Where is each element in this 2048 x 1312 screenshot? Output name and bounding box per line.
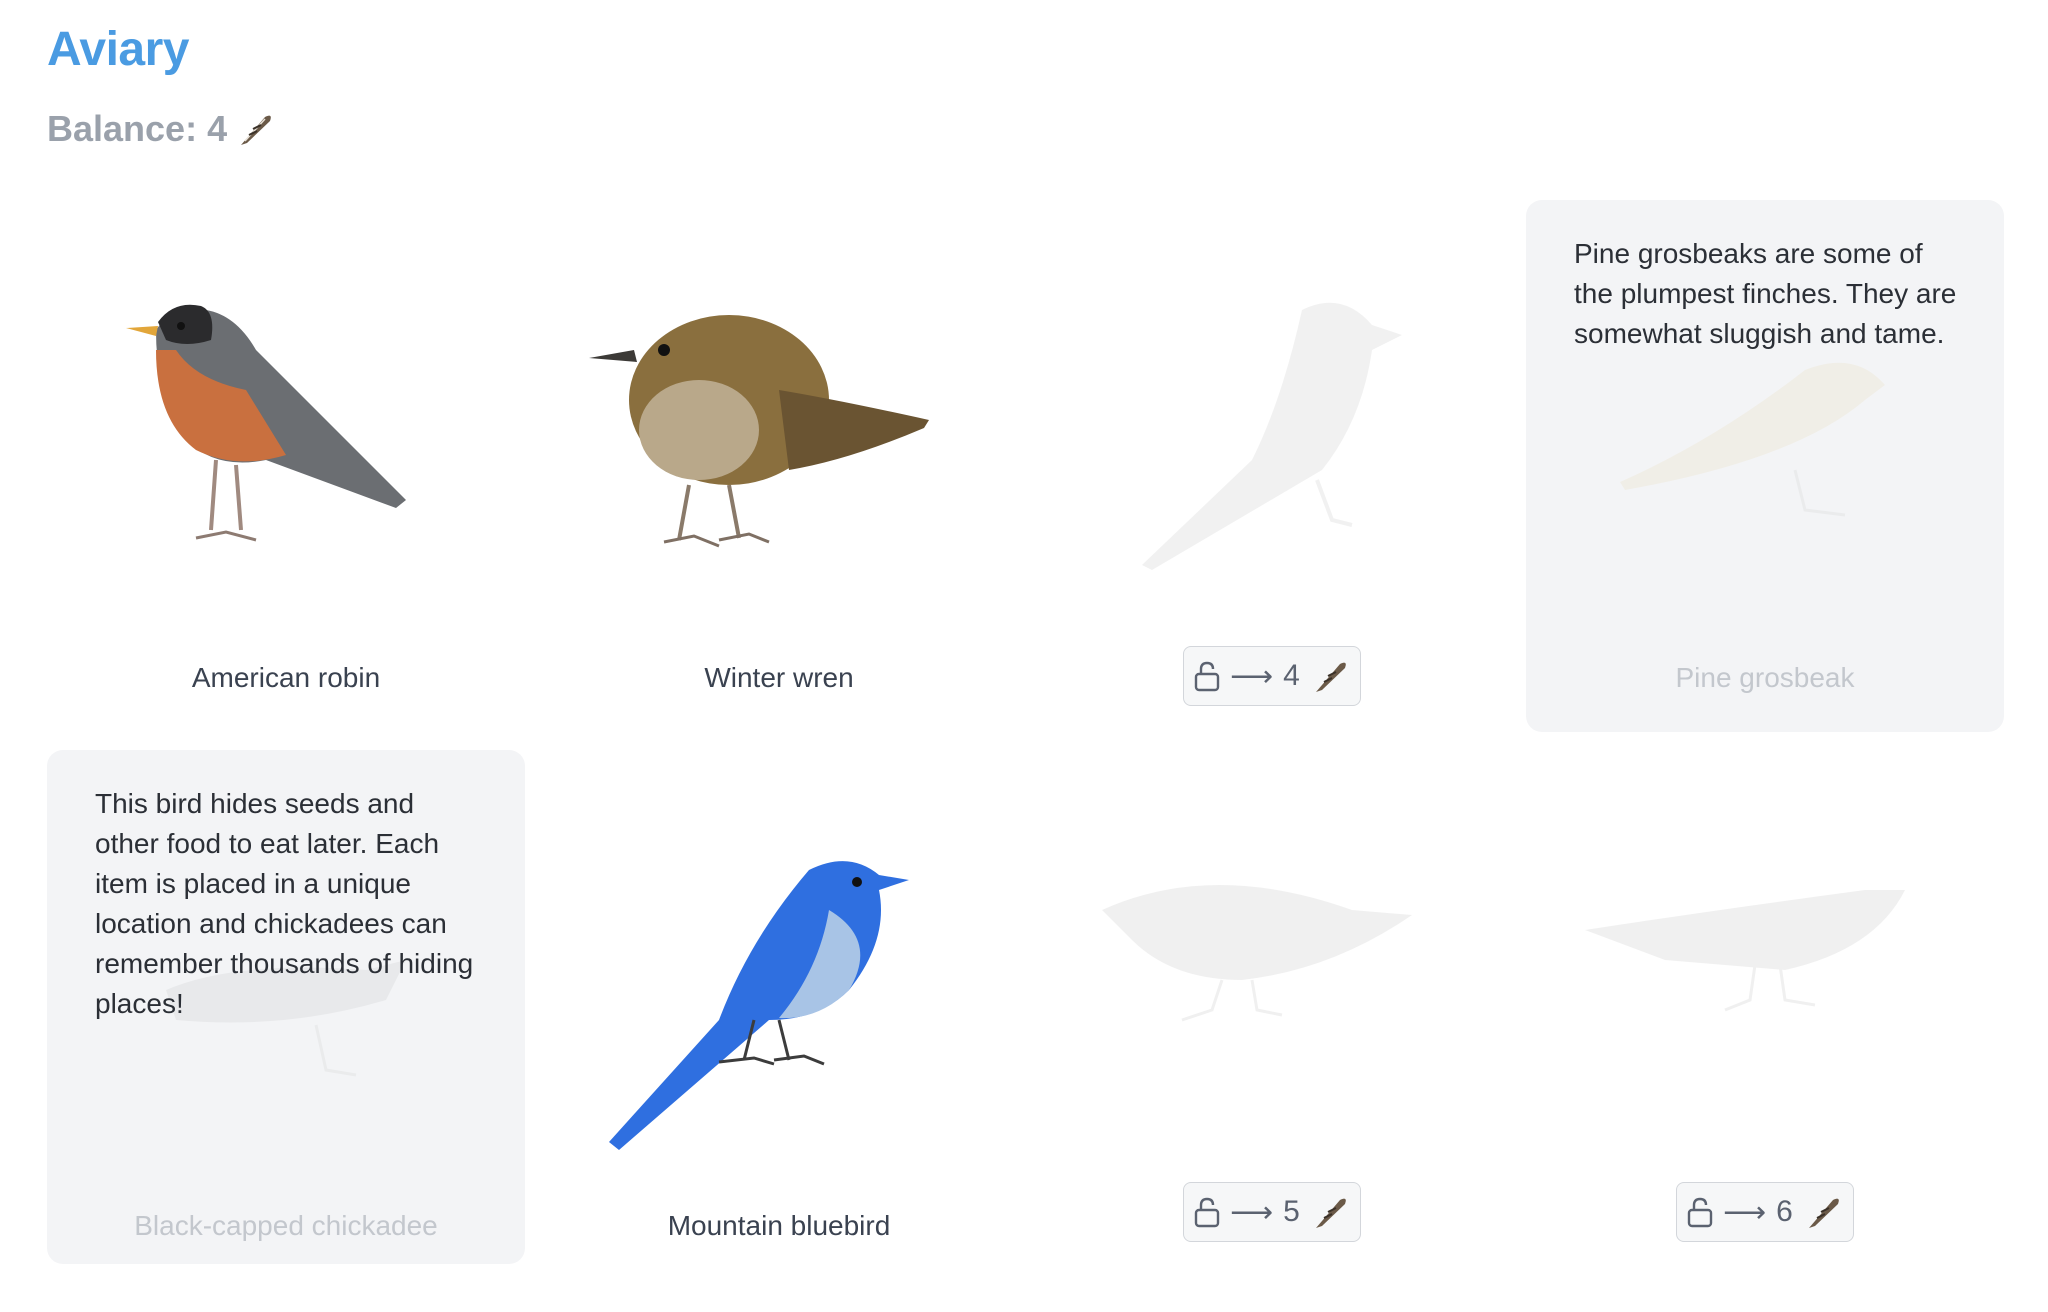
bird-card-black-capped-chickadee[interactable]: This bird hides seeds and other food to … (47, 750, 525, 1264)
feather-icon (1808, 1198, 1839, 1228)
locked-bird-silhouette (1142, 302, 1402, 570)
bird-fact: This bird hides seeds and other food to … (95, 788, 474, 1019)
locked-bird-silhouette (1585, 890, 1905, 1012)
unlock-button[interactable]: ⟶ 6 (1676, 1182, 1854, 1242)
unlock-button[interactable]: ⟶ 5 (1183, 1182, 1361, 1242)
locked-bird-silhouette (1102, 885, 1412, 1022)
bird-name: Mountain bluebird (667, 1210, 891, 1241)
bird-name: Winter wren (704, 662, 854, 693)
unlock-cost: 4 (1283, 659, 1300, 692)
mountain-bluebird-illustration (609, 861, 909, 1150)
american-robin-illustration (126, 304, 406, 542)
feather-icon (1315, 1198, 1346, 1228)
app-title: Aviary (47, 23, 189, 76)
bird-grid: American robin Winter wren ⟶ 4 Pine gros… (47, 200, 2004, 1264)
bird-name: Black-capped chickadee (134, 1210, 438, 1241)
bird-card-locked[interactable]: ⟶ 5 (1033, 750, 1511, 1264)
bird-fact: Pine grosbeaks are some of the plumpest … (1574, 238, 1957, 349)
arrow-right-icon: ⟶ (1230, 1195, 1274, 1229)
unlock-button[interactable]: ⟶ 4 (1183, 646, 1361, 706)
bird-card-american-robin[interactable]: American robin (47, 200, 525, 732)
bird-card-pine-grosbeak[interactable]: Pine grosbeaks are some of the plumpest … (1526, 200, 2004, 732)
arrow-right-icon: ⟶ (1723, 1195, 1767, 1229)
unlock-cost: 5 (1283, 1195, 1300, 1228)
feather-icon (241, 115, 271, 145)
winter-wren-illustration (589, 315, 929, 548)
balance-label: Balance: 4 (47, 108, 228, 149)
balance-display: Balance: 4 (47, 108, 275, 150)
lock-icon (1194, 1197, 1220, 1228)
aviary-page: Aviary Balance: 4 American robin Winter … (0, 0, 2048, 1312)
lock-icon (1687, 1197, 1713, 1228)
arrow-right-icon: ⟶ (1230, 659, 1274, 693)
bird-card-mountain-bluebird[interactable]: Mountain bluebird (540, 750, 1018, 1264)
bird-name: American robin (191, 662, 381, 693)
bird-card-winter-wren[interactable]: Winter wren (540, 200, 1018, 732)
bird-name: Pine grosbeak (1675, 662, 1855, 693)
feather-icon (1315, 662, 1346, 692)
lock-icon (1194, 661, 1220, 692)
unlock-cost: 6 (1776, 1195, 1793, 1228)
bird-card-locked[interactable]: ⟶ 6 (1526, 750, 2004, 1264)
bird-card-locked[interactable]: ⟶ 4 (1033, 200, 1511, 732)
